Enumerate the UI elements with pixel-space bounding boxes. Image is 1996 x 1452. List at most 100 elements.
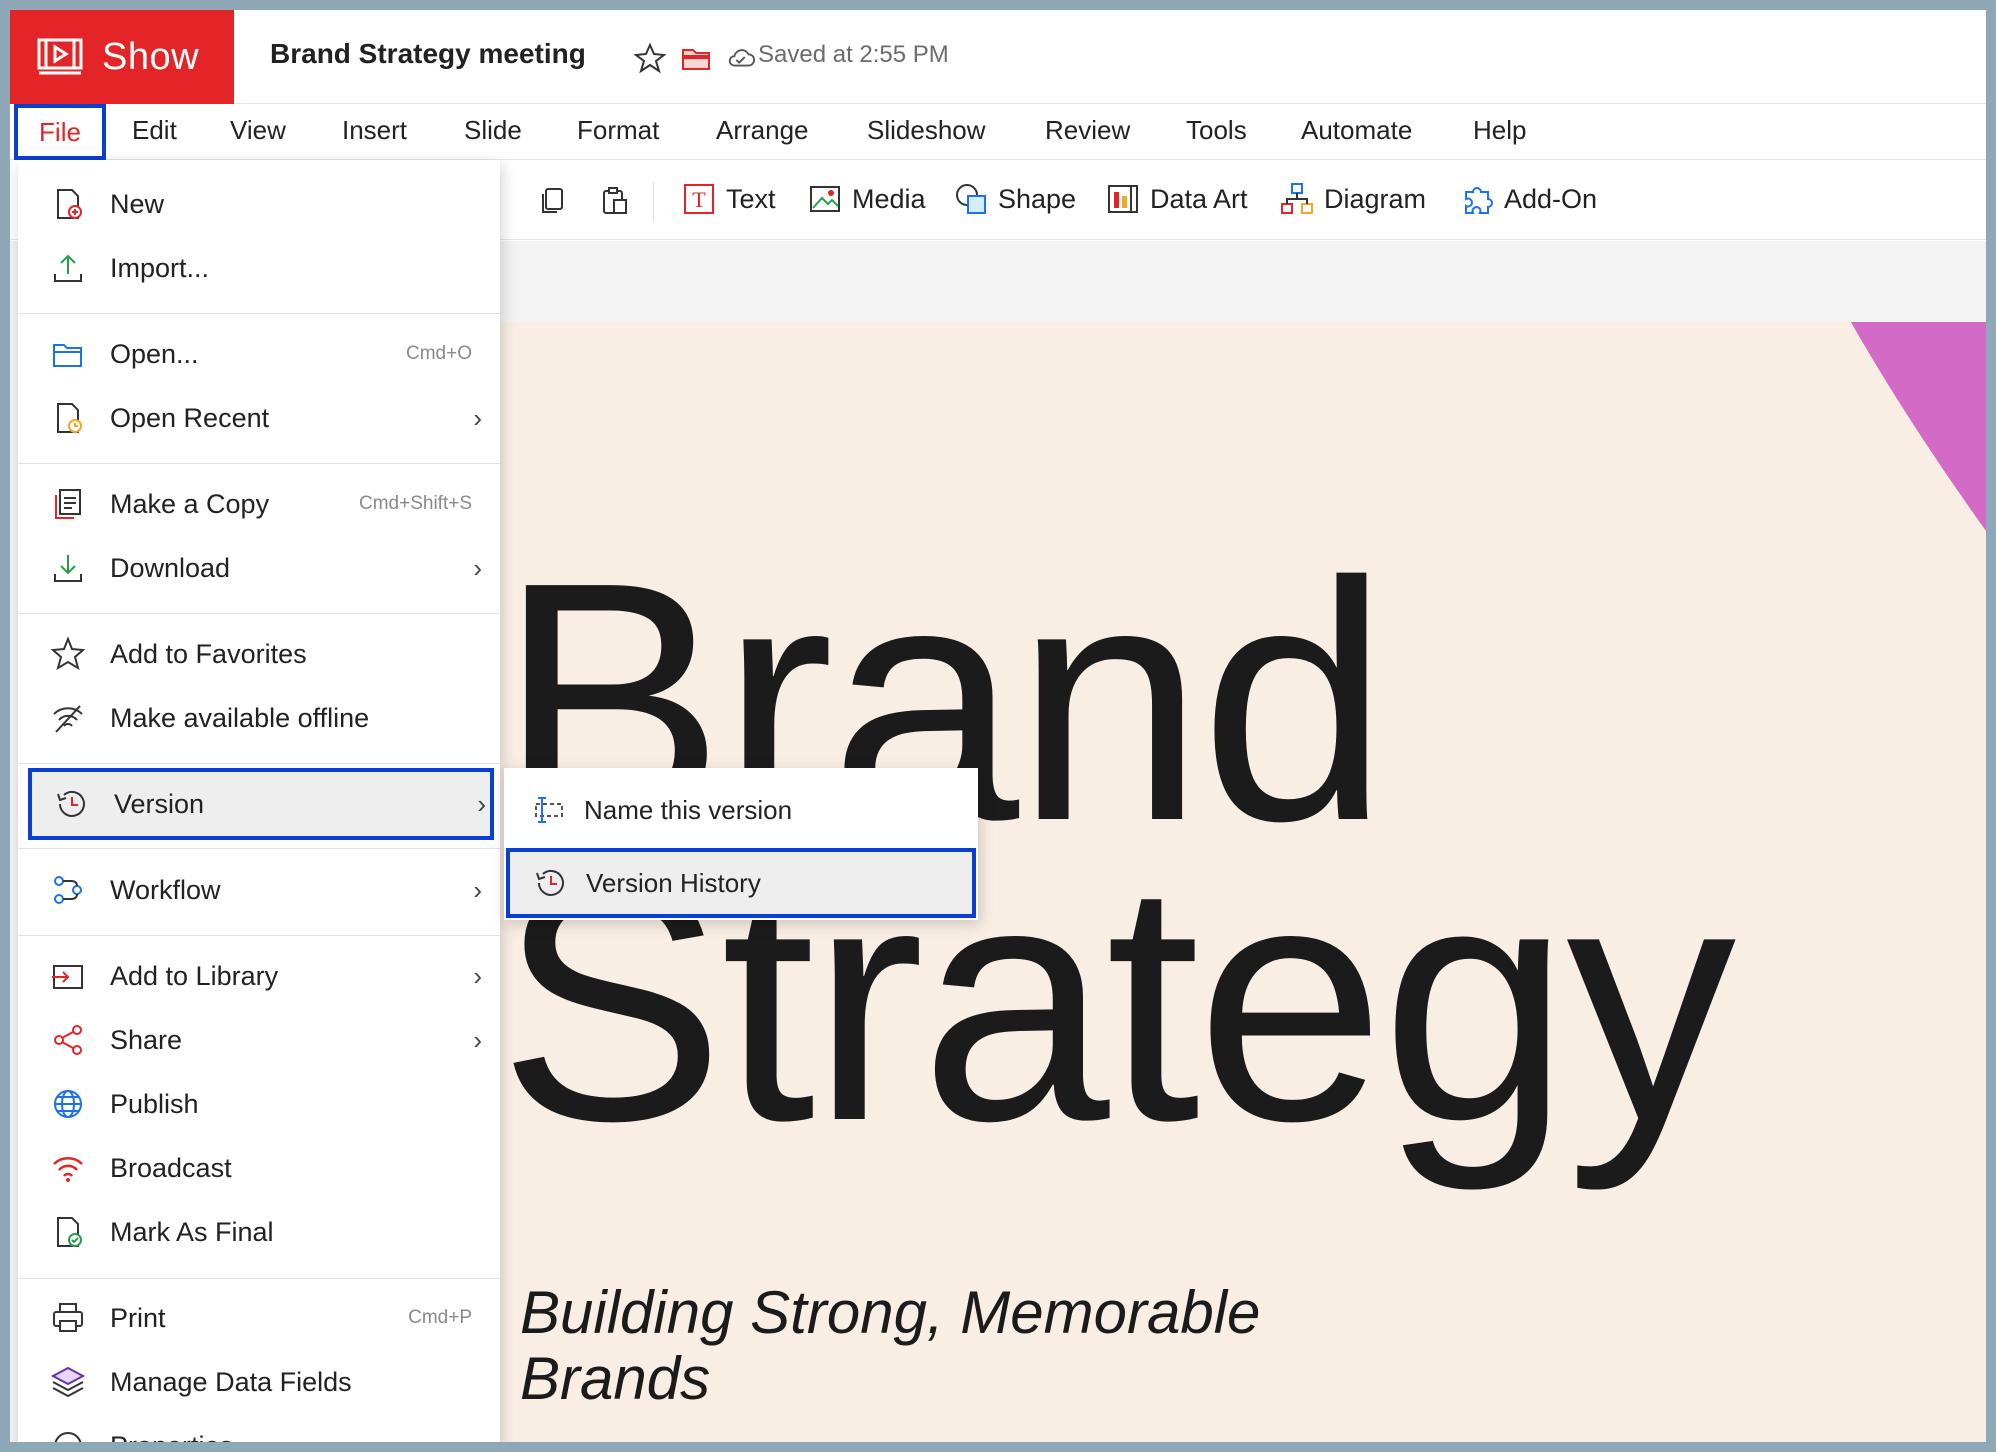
menu-file[interactable]: File bbox=[14, 104, 106, 160]
menu-divider bbox=[18, 935, 500, 936]
recent-file-icon bbox=[57, 403, 82, 433]
name-version-icon bbox=[535, 797, 563, 823]
menu-help[interactable]: Help bbox=[1473, 115, 1526, 146]
menu-label: Print bbox=[110, 1302, 166, 1333]
upload-icon bbox=[54, 254, 82, 282]
menu-label: Workflow bbox=[110, 874, 221, 905]
insert-shape-button[interactable]: Shape bbox=[954, 182, 1076, 216]
menu-label: Import... bbox=[110, 252, 210, 283]
menu-item-workflow[interactable]: Workflow › bbox=[18, 860, 500, 920]
folder-icon[interactable] bbox=[680, 42, 712, 74]
menu-item-import[interactable]: Import... bbox=[18, 238, 500, 298]
text-box-icon: T bbox=[684, 184, 714, 214]
menu-label: Mark As Final bbox=[110, 1216, 274, 1247]
workflow-icon bbox=[54, 876, 82, 904]
menu-item-mark-final[interactable]: Mark As Final bbox=[18, 1202, 500, 1262]
media-label: Media bbox=[852, 183, 926, 214]
wifi-broadcast-icon bbox=[53, 1157, 83, 1182]
shortcut-text: Cmd+O bbox=[406, 343, 472, 364]
star-icon[interactable] bbox=[634, 42, 666, 74]
menu-label: Broadcast bbox=[110, 1152, 232, 1183]
menu-automate[interactable]: Automate bbox=[1301, 115, 1412, 146]
puzzle-icon bbox=[1465, 187, 1493, 214]
menu-item-print[interactable]: Print Cmd+P bbox=[18, 1288, 500, 1348]
menu-review[interactable]: Review bbox=[1045, 115, 1130, 146]
info-icon bbox=[54, 1432, 82, 1442]
menu-label: Open Recent bbox=[110, 402, 270, 433]
menu-view[interactable]: View bbox=[230, 115, 286, 146]
file-menu-dropdown: New Import... Open... Cmd+O Open Recent … bbox=[18, 160, 500, 1442]
download-icon bbox=[54, 555, 82, 582]
version-submenu: Name this version Version History bbox=[504, 768, 978, 920]
add-on-label: Add-On bbox=[1504, 183, 1598, 214]
menu-item-open-recent[interactable]: Open Recent › bbox=[18, 388, 500, 448]
menu-item-properties[interactable]: Properties bbox=[18, 1416, 500, 1442]
menu-label: Download bbox=[110, 552, 231, 583]
app-name: Show bbox=[102, 35, 200, 78]
share-icon bbox=[54, 1025, 82, 1055]
globe-icon bbox=[54, 1090, 82, 1118]
insert-media-button[interactable]: Media bbox=[808, 182, 926, 216]
chevron-right-icon: › bbox=[473, 402, 482, 433]
document-title[interactable]: Brand Strategy meeting bbox=[270, 38, 586, 70]
star-icon bbox=[50, 636, 86, 671]
text-label: Text bbox=[726, 183, 776, 214]
add-on-button[interactable]: Add-On bbox=[1460, 182, 1597, 216]
app-window: Show Brand Strategy meeting Saved at 2:5… bbox=[10, 10, 1986, 1442]
menu-item-share[interactable]: Share › bbox=[18, 1010, 500, 1070]
menu-item-manage-data-fields[interactable]: Manage Data Fields bbox=[18, 1352, 500, 1412]
diagram-icon bbox=[1281, 183, 1313, 214]
new-file-icon bbox=[57, 189, 82, 219]
submenu-item-name-version[interactable]: Name this version bbox=[504, 778, 978, 842]
menu-label: Version bbox=[114, 788, 205, 819]
cloud-saved-icon bbox=[728, 49, 755, 67]
offline-icon bbox=[53, 705, 83, 733]
menu-item-offline[interactable]: Make available offline bbox=[18, 688, 500, 748]
copy-icon[interactable] bbox=[538, 186, 568, 216]
toolbar-separator bbox=[653, 182, 654, 220]
submenu-label: Name this version bbox=[584, 794, 793, 825]
insert-diagram-button[interactable]: Diagram bbox=[1280, 182, 1426, 216]
menu-item-make-copy[interactable]: Make a Copy Cmd+Shift+S bbox=[18, 474, 500, 534]
insert-data-art-button[interactable]: Data Art bbox=[1106, 182, 1248, 216]
menu-slide[interactable]: Slide bbox=[464, 115, 522, 146]
paste-icon[interactable] bbox=[600, 186, 630, 216]
svg-text:T: T bbox=[692, 187, 706, 212]
menu-slideshow[interactable]: Slideshow bbox=[867, 115, 986, 146]
menu-tools[interactable]: Tools bbox=[1186, 115, 1247, 146]
chevron-right-icon: › bbox=[477, 788, 486, 819]
menu-divider bbox=[18, 848, 500, 849]
menu-divider bbox=[18, 763, 500, 764]
menu-format[interactable]: Format bbox=[577, 115, 659, 146]
data-art-label: Data Art bbox=[1150, 183, 1248, 214]
menu-item-new[interactable]: New bbox=[18, 174, 500, 234]
show-logo-icon bbox=[37, 38, 83, 75]
slide-subtitle[interactable]: Building Strong, Memorable Brands bbox=[520, 1280, 1420, 1412]
menu-label: Share bbox=[110, 1024, 183, 1055]
menu-item-broadcast[interactable]: Broadcast bbox=[18, 1138, 500, 1198]
menu-item-open[interactable]: Open... Cmd+O bbox=[18, 324, 500, 384]
menu-item-download[interactable]: Download › bbox=[18, 538, 500, 598]
menu-label: New bbox=[110, 188, 165, 219]
chevron-right-icon: › bbox=[473, 874, 482, 905]
menu-insert[interactable]: Insert bbox=[342, 115, 407, 146]
menu-label: Properties bbox=[110, 1431, 233, 1443]
folder-open-icon bbox=[53, 344, 82, 367]
version-history-icon bbox=[57, 790, 85, 817]
menu-divider bbox=[18, 613, 500, 614]
diagram-label: Diagram bbox=[1324, 183, 1427, 214]
menu-item-add-library[interactable]: Add to Library › bbox=[18, 946, 500, 1006]
insert-text-button[interactable]: T Text bbox=[682, 182, 776, 216]
menu-edit[interactable]: Edit bbox=[132, 115, 177, 146]
menu-divider bbox=[18, 313, 500, 314]
data-art-icon bbox=[1108, 185, 1138, 213]
submenu-item-version-history[interactable]: Version History bbox=[506, 848, 976, 918]
menu-item-publish[interactable]: Publish bbox=[18, 1074, 500, 1134]
library-icon bbox=[52, 965, 83, 989]
menu-arrange[interactable]: Arrange bbox=[716, 115, 809, 146]
menu-item-add-favorites[interactable]: Add to Favorites bbox=[18, 624, 500, 684]
save-status: Saved at 2:55 PM bbox=[758, 41, 949, 68]
menu-label: Add to Library bbox=[110, 960, 279, 991]
menu-item-version[interactable]: Version › bbox=[28, 768, 494, 840]
app-logo[interactable]: Show bbox=[10, 10, 234, 104]
